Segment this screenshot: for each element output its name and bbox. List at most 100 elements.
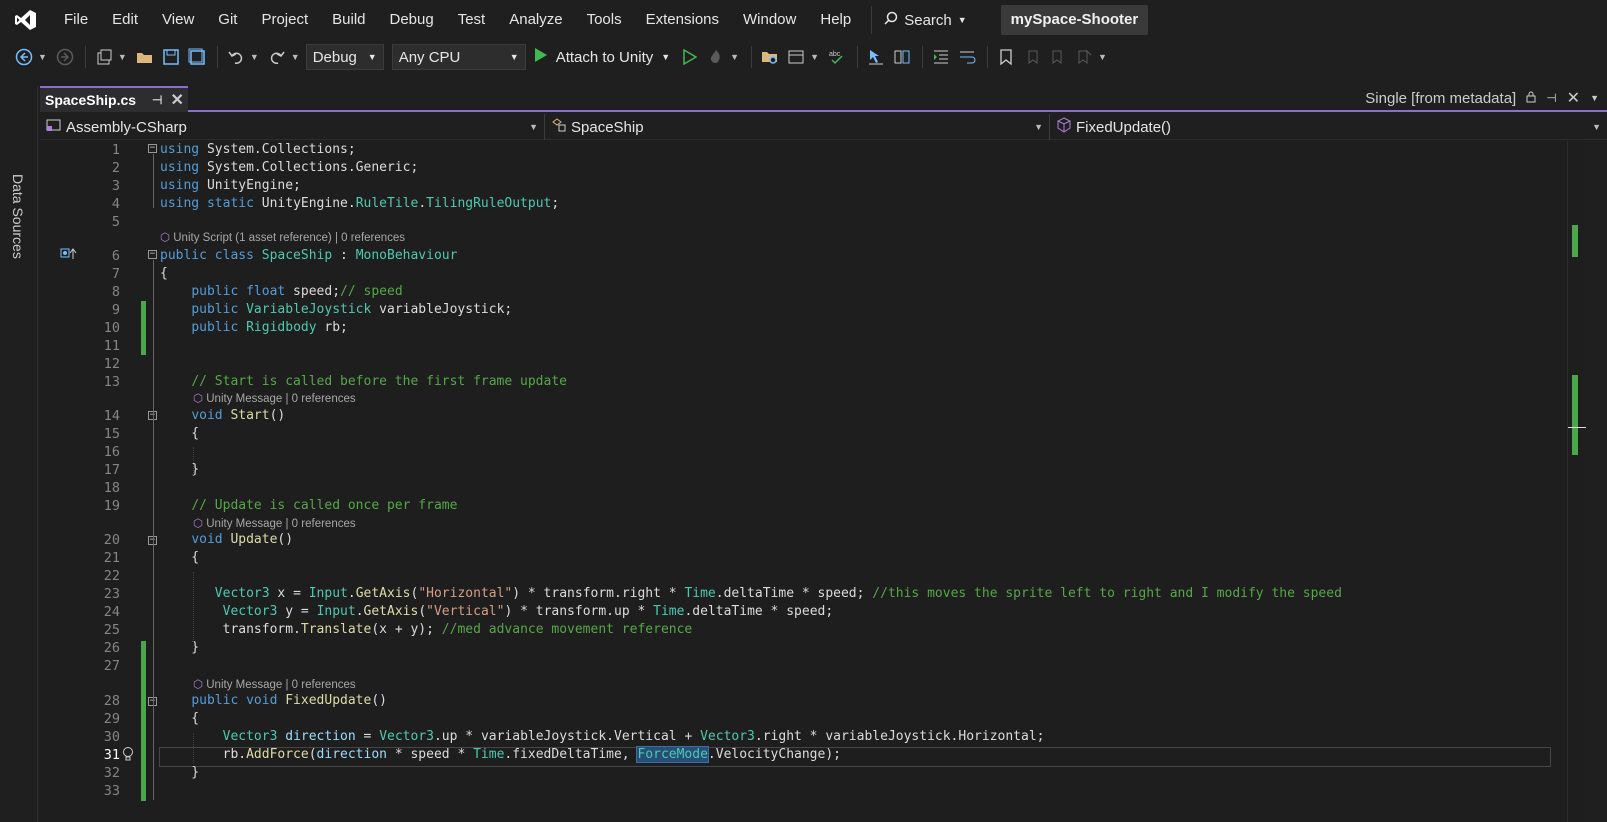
menu-project[interactable]: Project [249, 0, 320, 40]
platform-dropdown[interactable]: Any CPU ▼ [391, 44, 526, 70]
menu-debug[interactable]: Debug [378, 0, 446, 40]
metadata-tab[interactable]: Single [from metadata] ⊣ ✕ ▼ [1365, 86, 1599, 110]
save-icon[interactable] [159, 45, 183, 69]
menu-view[interactable]: View [150, 0, 206, 40]
open-folder-icon[interactable] [133, 45, 157, 69]
chevron-down-icon[interactable]: ▼ [250, 52, 259, 62]
visual-studio-logo-icon[interactable] [0, 0, 52, 40]
implements-interface-icon[interactable] [60, 247, 78, 264]
bookmark-icon[interactable] [994, 45, 1018, 69]
codelens-start[interactable]: ⬡ Unity Message | 0 references [193, 391, 356, 407]
code-line[interactable]: 3 using UnityEngine; [40, 177, 1567, 195]
code-line[interactable]: 5 [40, 213, 1567, 231]
select-cursor-icon[interactable] [864, 45, 888, 69]
code-line[interactable]: 11 [40, 337, 1567, 355]
word-wrap-icon[interactable] [955, 45, 979, 69]
code-line[interactable]: 23 Vector3 x = Input.GetAxis("Horizontal… [40, 585, 1567, 603]
code-line[interactable]: 33 [40, 782, 1567, 800]
code-line[interactable]: 15 { [40, 425, 1567, 443]
hot-reload-icon[interactable] [704, 45, 728, 69]
data-sources-tab[interactable]: Data Sources [10, 174, 26, 259]
layout-icon[interactable] [784, 45, 808, 69]
codelens-class[interactable]: ⬡ Unity Script (1 asset reference) | 0 r… [160, 230, 405, 246]
code-line[interactable]: 9 public VariableJoystick variableJoysti… [40, 301, 1567, 319]
menu-test[interactable]: Test [446, 0, 498, 40]
code-line[interactable]: 25 transform.Translate(x + y); //med adv… [40, 621, 1567, 639]
code-line[interactable]: 20 void Update() [40, 531, 1567, 549]
chevron-down-icon[interactable]: ▼ [38, 52, 47, 62]
compare-icon[interactable] [890, 45, 914, 69]
previous-bookmark-icon[interactable] [1020, 45, 1044, 69]
member-dropdown[interactable]: FixedUpdate() ▼ [1050, 114, 1607, 140]
menu-build[interactable]: Build [320, 0, 377, 40]
code-line[interactable]: 18 [40, 479, 1567, 497]
code-line[interactable]: 7{ [40, 265, 1567, 283]
search-button[interactable]: Search ▼ [871, 6, 978, 34]
menu-analyze[interactable]: Analyze [497, 0, 574, 40]
menu-tools[interactable]: Tools [575, 0, 634, 40]
project-dropdown[interactable]: Assembly-CSharp ▼ [40, 114, 545, 140]
menu-help[interactable]: Help [808, 0, 863, 40]
menu-window[interactable]: Window [731, 0, 808, 40]
close-icon[interactable]: ✕ [1567, 88, 1580, 108]
code-line[interactable]: 6 public class SpaceShip : MonoBehaviour [40, 247, 1567, 265]
code-line[interactable]: 30 Vector3 direction = Vector3.up * vari… [40, 728, 1567, 746]
chevron-down-icon[interactable]: ▼ [730, 52, 739, 62]
next-bookmark-icon[interactable] [1046, 45, 1070, 69]
indent-icon[interactable] [929, 45, 953, 69]
codelens-fixedupdate[interactable]: ⬡ Unity Message | 0 references [193, 677, 356, 693]
tab-spaceship-cs[interactable]: SpaceShip.cs ⊣ ✕ [40, 86, 188, 112]
code-line[interactable]: 2 using System.Collections.Generic; [40, 159, 1567, 177]
undo-icon[interactable] [224, 45, 248, 69]
code-line[interactable]: 24 Vector3 y = Input.GetAxis("Vertical")… [40, 603, 1567, 621]
folder-search-icon[interactable] [758, 45, 782, 69]
code-line[interactable]: 31 rb.AddForce(direction * speed * Time.… [40, 746, 1567, 764]
code-line[interactable]: 22 [40, 567, 1567, 585]
code-line[interactable]: 8 public float speed;// speed [40, 283, 1567, 301]
code-editor[interactable]: 1 using System.Collections; 2 using System.… [40, 141, 1567, 822]
clear-bookmarks-icon[interactable] [1072, 45, 1096, 69]
configuration-dropdown[interactable]: Debug ▼ [305, 44, 384, 70]
menu-extensions[interactable]: Extensions [634, 0, 731, 40]
solution-name[interactable]: mySpace-Shooter [1000, 5, 1149, 35]
codelens-update[interactable]: ⬡ Unity Message | 0 references [193, 516, 356, 532]
attach-to-unity-button[interactable]: Attach to Unity ▼ [534, 47, 670, 67]
code-line[interactable]: 32 } [40, 764, 1567, 782]
code-line[interactable]: 10 public Rigidbody rb; [40, 319, 1567, 337]
navigate-back-icon[interactable] [12, 45, 36, 69]
code-line[interactable]: 1 using System.Collections; [40, 141, 1567, 159]
code-line[interactable]: 17 } [40, 461, 1567, 479]
code-line[interactable]: 19 // Update is called once per frame [40, 497, 1567, 515]
chevron-down-icon[interactable]: ▼ [810, 52, 819, 62]
code-line[interactable]: 16 [40, 443, 1567, 461]
lightbulb-icon[interactable] [122, 746, 134, 765]
pin-icon[interactable]: ⊣ [1546, 91, 1556, 105]
vertical-scrollbar[interactable] [1567, 141, 1586, 822]
collapse-icon[interactable]: − [148, 144, 157, 153]
chevron-down-icon[interactable]: ▼ [118, 52, 127, 62]
code-line[interactable]: 14 void Start() [40, 407, 1567, 425]
save-all-icon[interactable] [185, 45, 209, 69]
close-icon[interactable]: ✕ [171, 90, 184, 110]
code-line[interactable]: 29 { [40, 710, 1567, 728]
redo-icon[interactable] [265, 45, 289, 69]
code-line[interactable]: 12 [40, 355, 1567, 373]
spell-check-icon[interactable]: abc [825, 45, 849, 69]
chevron-down-icon[interactable]: ▼ [1590, 93, 1599, 103]
code-line[interactable]: 26 } [40, 639, 1567, 657]
code-line[interactable]: 28 public void FixedUpdate() [40, 692, 1567, 710]
chevron-down-icon[interactable]: ▼ [291, 52, 300, 62]
code-line[interactable]: 27 [40, 657, 1567, 675]
navigate-forward-icon[interactable] [53, 45, 77, 69]
start-without-debugging-icon[interactable] [678, 45, 702, 69]
menu-file[interactable]: File [52, 0, 100, 40]
code-line[interactable]: 4 using static UnityEngine.RuleTile.Tilin… [40, 195, 1567, 213]
menu-edit[interactable]: Edit [100, 0, 150, 40]
pin-icon[interactable]: ⊣ [152, 93, 162, 107]
type-dropdown[interactable]: SpaceShip ▼ [545, 114, 1050, 140]
toolbar-options-icon[interactable]: ▼ [1098, 52, 1107, 62]
menu-git[interactable]: Git [206, 0, 249, 40]
collapse-icon[interactable]: − [148, 250, 157, 259]
code-line[interactable]: 21 { [40, 549, 1567, 567]
new-project-icon[interactable] [92, 45, 116, 69]
